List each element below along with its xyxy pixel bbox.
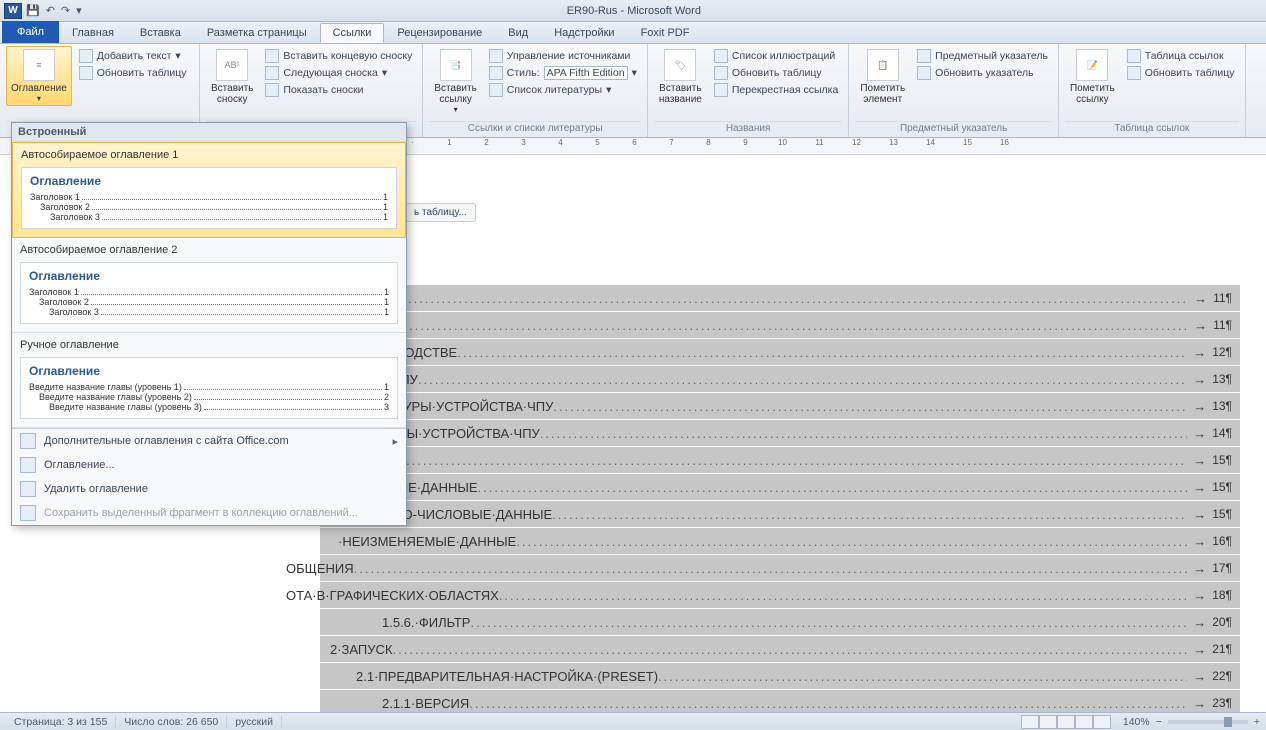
gallery-item-auto2[interactable]: Автособираемое оглавление 2 Оглавление З… bbox=[12, 238, 406, 333]
save-icon[interactable]: 💾 bbox=[26, 4, 40, 17]
remove-icon bbox=[20, 481, 36, 497]
quick-access-toolbar: 💾 ↶ ↷ ▾ bbox=[26, 4, 82, 17]
office-icon bbox=[20, 433, 36, 449]
app-icon[interactable]: W bbox=[4, 3, 22, 19]
toc-gallery-dropdown: Встроенный Автособираемое оглавление 1 О… bbox=[11, 122, 407, 526]
gallery-remove-toc[interactable]: Удалить оглавление bbox=[12, 477, 406, 501]
tab-view[interactable]: Вид bbox=[495, 23, 541, 43]
toc-entry[interactable]: ЗОВАНИЕ·УСТРОЙСТВА·ЧПУ..................… bbox=[320, 366, 1240, 392]
toc-entry[interactable]: ИСАНИЕ·СТРАНИЦЫ·УСТРОЙСТВА·ЧПУ..........… bbox=[320, 420, 1240, 446]
tab-review[interactable]: Рецензирование bbox=[384, 23, 495, 43]
toc-entry[interactable]: 2.1.1·ВЕРСИЯ............................… bbox=[320, 690, 1240, 712]
titlebar: W 💾 ↶ ↷ ▾ ER90-Rus - Microsoft Word bbox=[0, 0, 1266, 22]
zoom-slider[interactable] bbox=[1168, 720, 1248, 724]
view-buttons[interactable] bbox=[1021, 715, 1111, 729]
update-index-button[interactable]: Обновить указатель bbox=[913, 65, 1052, 81]
toc-entry[interactable]: ·ЧИСЛОВЫЕ·ДАННЫЕ........................… bbox=[320, 474, 1240, 500]
update-figures-button[interactable]: Обновить таблицу bbox=[710, 65, 842, 81]
chevron-right-icon: ▸ bbox=[392, 435, 398, 448]
mark-citation-icon: 📝 bbox=[1076, 49, 1108, 81]
update-toa-button[interactable]: Обновить таблицу bbox=[1123, 65, 1239, 81]
toc-entry[interactable]: 2·ЗАПУСК................................… bbox=[320, 636, 1240, 662]
group-captions-label: Названия bbox=[654, 121, 842, 135]
group-index-label: Предметный указатель bbox=[855, 121, 1052, 135]
toc-entry[interactable]: Д·ДАННЫХ................................… bbox=[320, 447, 1240, 473]
tab-layout[interactable]: Разметка страницы bbox=[194, 23, 320, 43]
toc-entry[interactable]: ФУНКЦИИ.................................… bbox=[320, 312, 1240, 338]
tab-insert[interactable]: Вставка bbox=[127, 23, 194, 43]
update-icon bbox=[79, 66, 93, 80]
toc-entry[interactable]: ИСПОЛЬЗУЕМЫЕ·В·РУКОВОДСТВЕ..............… bbox=[320, 339, 1240, 365]
toc-icon: ≡ bbox=[23, 49, 55, 81]
toc-entry[interactable]: ........................................… bbox=[320, 285, 1240, 311]
insert-index-button[interactable]: Предметный указатель bbox=[913, 48, 1052, 64]
mark-citation-button[interactable]: 📝 Пометить ссылку bbox=[1065, 46, 1120, 108]
gallery-section-builtin: Встроенный bbox=[12, 123, 406, 142]
gallery-custom-toc[interactable]: Оглавление... bbox=[12, 453, 406, 477]
group-toa-label: Таблица ссылок bbox=[1065, 121, 1239, 135]
gallery-save-selection: Сохранить выделенный фрагмент в коллекци… bbox=[12, 501, 406, 525]
status-language[interactable]: русский bbox=[227, 716, 282, 728]
status-bar: Страница: 3 из 155 Число слов: 26 650 ру… bbox=[0, 712, 1266, 730]
citation-style-select[interactable]: Стиль: APA Fifth Edition ▾ bbox=[485, 65, 641, 81]
manage-sources-button[interactable]: Управление источниками bbox=[485, 48, 641, 64]
save-gallery-icon bbox=[20, 505, 36, 521]
gallery-item-auto1[interactable]: Автособираемое оглавление 1 Оглавление З… bbox=[12, 142, 406, 238]
gallery-item-manual[interactable]: Ручное оглавление Оглавление Введите наз… bbox=[12, 333, 406, 428]
toc-entry[interactable]: 2.1·ПРЕДВАРИТЕЛЬНАЯ·НАСТРОЙКА·(PRESET)..… bbox=[320, 663, 1240, 689]
toc-entry[interactable]: ОБЩЕНИЯ.................................… bbox=[320, 555, 1240, 581]
toc-smarttag[interactable]: ь таблицу... bbox=[405, 203, 476, 222]
group-citations-label: Ссылки и списки литературы bbox=[429, 121, 640, 135]
cross-reference-button[interactable]: Перекрестная ссылка bbox=[710, 82, 842, 98]
insert-toa-button[interactable]: Таблица ссылок bbox=[1123, 48, 1239, 64]
toc-custom-icon bbox=[20, 457, 36, 473]
citation-icon: 📑 bbox=[440, 49, 472, 81]
insert-footnote-button[interactable]: AB¹ Вставить сноску bbox=[206, 46, 258, 108]
tab-home[interactable]: Главная bbox=[59, 23, 127, 43]
tab-references[interactable]: Ссылки bbox=[320, 23, 385, 43]
caption-icon: 🏷 bbox=[664, 49, 696, 81]
show-notes-button[interactable]: Показать сноски bbox=[261, 82, 416, 98]
gallery-more-office[interactable]: Дополнительные оглавления с сайта Office… bbox=[12, 429, 406, 453]
tab-foxit[interactable]: Foxit PDF bbox=[628, 23, 703, 43]
zoom-in-icon[interactable]: + bbox=[1254, 716, 1260, 728]
update-toc-button[interactable]: Обновить таблицу bbox=[75, 65, 191, 81]
status-page[interactable]: Страница: 3 из 155 bbox=[6, 716, 116, 728]
add-text-icon bbox=[79, 49, 93, 63]
table-of-figures-button[interactable]: Список иллюстраций bbox=[710, 48, 842, 64]
window-title: ER90-Rus - Microsoft Word bbox=[82, 5, 1186, 17]
toc-entry[interactable]: ·НЕИЗМЕНЯЕМЫЕ·ДАННЫЕ....................… bbox=[320, 528, 1240, 554]
insert-citation-button[interactable]: 📑 Вставить ссылку ▾ bbox=[429, 46, 481, 117]
ribbon-tabs: Файл Главная Вставка Разметка страницы С… bbox=[0, 22, 1266, 44]
toc-entry[interactable]: 1.5.6.·ФИЛЬТР...........................… bbox=[320, 609, 1240, 635]
redo-icon[interactable]: ↷ bbox=[61, 4, 70, 17]
next-footnote-button[interactable]: Следующая сноска ▾ bbox=[261, 65, 416, 81]
footnote-icon: AB¹ bbox=[216, 49, 248, 81]
toc-entry[interactable]: ИСАНИЕ·КЛАВИАТУРЫ·УСТРОЙСТВА·ЧПУ........… bbox=[320, 393, 1240, 419]
status-words[interactable]: Число слов: 26 650 bbox=[116, 716, 227, 728]
tab-file[interactable]: Файл bbox=[2, 21, 59, 43]
tab-addins[interactable]: Надстройки bbox=[541, 23, 627, 43]
insert-endnote-button[interactable]: Вставить концевую сноску bbox=[261, 48, 416, 64]
mark-entry-button[interactable]: 📋 Пометить элемент bbox=[855, 46, 910, 108]
undo-icon[interactable]: ↶ bbox=[46, 4, 55, 17]
mark-entry-icon: 📋 bbox=[867, 49, 899, 81]
status-zoom[interactable]: 140% bbox=[1123, 716, 1150, 728]
toc-entry[interactable]: ОТА·В·ГРАФИЧЕСКИХ·ОБЛАСТЯХ..............… bbox=[320, 582, 1240, 608]
toc-button[interactable]: ≡ Оглавление ▾ bbox=[6, 46, 72, 106]
insert-caption-button[interactable]: 🏷 Вставить название bbox=[654, 46, 707, 108]
add-text-button[interactable]: Добавить текст ▾ bbox=[75, 48, 191, 64]
document-page: ........................................… bbox=[310, 285, 1250, 712]
zoom-out-icon[interactable]: − bbox=[1156, 716, 1162, 728]
bibliography-button[interactable]: Список литературы ▾ bbox=[485, 82, 641, 98]
toc-entry[interactable]: ·БУКВЕННО-ЧИСЛОВЫЕ·ДАННЫЕ...............… bbox=[320, 501, 1240, 527]
